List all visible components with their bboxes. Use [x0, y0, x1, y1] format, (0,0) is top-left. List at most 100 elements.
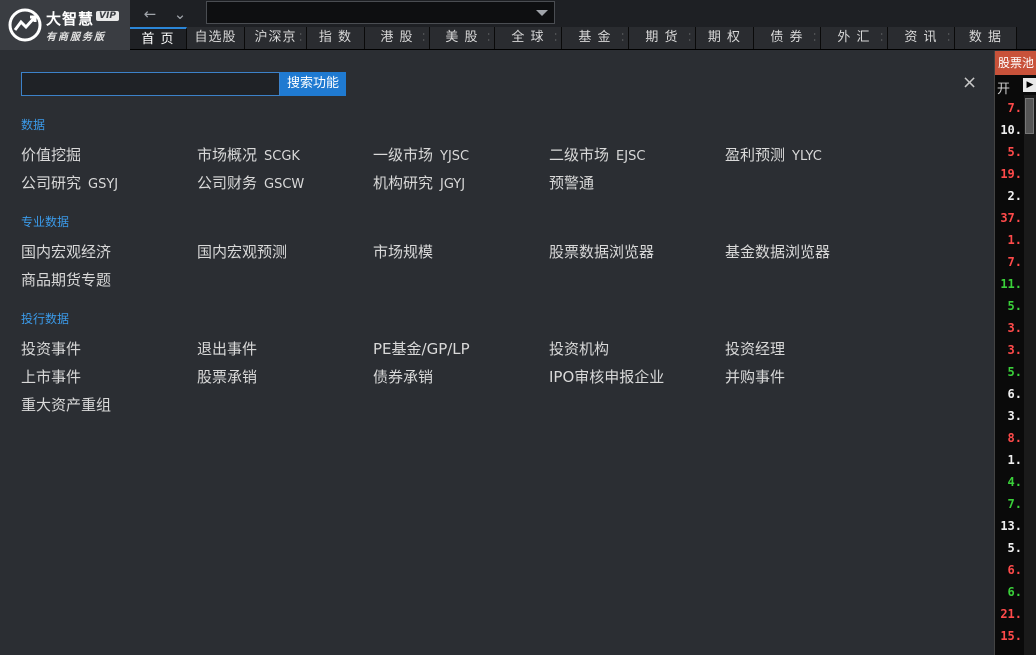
function-code: YJSC: [440, 149, 470, 164]
tab-label: 首 页: [141, 32, 175, 47]
tab-label: 沪深京: [254, 30, 297, 45]
function-link[interactable]: 商品期货专题: [21, 269, 111, 290]
function-name: 国内宏观预测: [197, 243, 288, 261]
logo-icon: [8, 8, 42, 42]
function-link[interactable]: 机构研究 JGYJ: [373, 172, 465, 193]
function-name: 上市事件: [21, 368, 82, 386]
tab-more-icon[interactable]: · ·: [813, 31, 817, 45]
price-value[interactable]: 10.: [1000, 123, 1022, 137]
function-link[interactable]: IPO审核申报企业: [549, 366, 664, 387]
price-value[interactable]: 6.: [1008, 563, 1022, 577]
address-input[interactable]: [206, 1, 555, 24]
tab-more-icon[interactable]: · ·: [621, 31, 625, 45]
stock-pool-header[interactable]: 股票池: [995, 51, 1036, 75]
history-dropdown-icon[interactable]: ⌄: [170, 4, 190, 24]
function-name: 债券承销: [373, 368, 434, 386]
price-value[interactable]: 37.: [1000, 211, 1022, 225]
tab-1[interactable]: 自选股: [187, 27, 245, 49]
price-value[interactable]: 5.: [1008, 365, 1022, 379]
tab-2[interactable]: 沪深京 · ·: [245, 27, 307, 49]
function-code: JGYJ: [440, 177, 466, 192]
tab-11[interactable]: 外 汇 · ·: [821, 27, 888, 49]
price-value[interactable]: 13.: [1000, 519, 1022, 533]
function-link[interactable]: PE基金/GP/LP: [373, 338, 470, 359]
function-link[interactable]: 预警通: [549, 172, 594, 193]
tab-more-icon[interactable]: · ·: [554, 31, 558, 45]
tab-more-icon[interactable]: · ·: [299, 31, 303, 45]
function-link[interactable]: 市场概况 SCGK: [197, 144, 300, 165]
function-link[interactable]: 上市事件: [21, 366, 81, 387]
price-value[interactable]: 3.: [1008, 409, 1022, 423]
function-link[interactable]: 投资事件: [21, 338, 81, 359]
function-link[interactable]: 国内宏观经济: [21, 241, 111, 262]
function-link[interactable]: 公司财务 GSCW: [197, 172, 304, 193]
price-value[interactable]: 5.: [1008, 145, 1022, 159]
function-link[interactable]: 价值挖掘: [21, 144, 81, 165]
price-value[interactable]: 7.: [1008, 497, 1022, 511]
tab-13[interactable]: 数 据: [955, 27, 1017, 49]
tab-3[interactable]: 指 数: [307, 27, 365, 49]
function-link[interactable]: 债券承销: [373, 366, 433, 387]
price-value[interactable]: 1.: [1008, 453, 1022, 467]
function-link[interactable]: 公司研究 GSYJ: [21, 172, 118, 193]
price-value[interactable]: 3.: [1008, 321, 1022, 335]
scrollbar-thumb[interactable]: [1025, 98, 1034, 134]
tab-6[interactable]: 全 球 · ·: [495, 27, 562, 49]
close-icon[interactable]: ×: [962, 73, 977, 93]
tab-5[interactable]: 美 股 · ·: [430, 27, 495, 49]
price-value[interactable]: 5.: [1008, 299, 1022, 313]
scrollbar-track[interactable]: [1024, 95, 1036, 655]
tab-7[interactable]: 基 金 · ·: [562, 27, 629, 49]
function-link[interactable]: 并购事件: [725, 366, 785, 387]
tab-more-icon[interactable]: · ·: [880, 31, 884, 45]
price-value[interactable]: 3.: [1008, 343, 1022, 357]
function-code: YLYC: [792, 149, 822, 164]
function-link[interactable]: 一级市场 YJSC: [373, 144, 469, 165]
tab-9[interactable]: 期 权: [696, 27, 754, 49]
function-name: 二级市场: [549, 146, 610, 164]
logo-title: 大智慧: [46, 10, 95, 28]
function-link[interactable]: 投资机构: [549, 338, 609, 359]
tab-more-icon[interactable]: · ·: [422, 31, 426, 45]
tab-4[interactable]: 港 股 · ·: [365, 27, 430, 49]
tab-more-icon[interactable]: · ·: [487, 31, 491, 45]
function-link[interactable]: 投资经理: [725, 338, 785, 359]
function-link[interactable]: 国内宏观预测: [197, 241, 287, 262]
function-link[interactable]: 股票数据浏览器: [549, 241, 654, 262]
scroll-right-icon[interactable]: ▶: [1023, 78, 1036, 92]
price-value[interactable]: 11.: [1000, 277, 1022, 291]
function-link[interactable]: 二级市场 EJSC: [549, 144, 645, 165]
price-value[interactable]: 19.: [1000, 167, 1022, 181]
tab-more-icon[interactable]: · ·: [947, 31, 951, 45]
price-value[interactable]: 7.: [1008, 101, 1022, 115]
tab-12[interactable]: 资 讯 · ·: [888, 27, 955, 49]
function-code: GSYJ: [88, 177, 119, 192]
back-arrow-icon[interactable]: ←: [140, 4, 160, 24]
tab-8[interactable]: 期 货 · ·: [629, 27, 696, 49]
price-value[interactable]: 6.: [1008, 585, 1022, 599]
function-link[interactable]: 盈利预测 YLYC: [725, 144, 822, 165]
tab-label: 自选股: [194, 30, 237, 45]
price-value[interactable]: 21.: [1000, 607, 1022, 621]
function-link[interactable]: 基金数据浏览器: [725, 241, 830, 262]
tab-more-icon[interactable]: · ·: [688, 31, 692, 45]
search-function-button[interactable]: 搜索功能: [280, 72, 346, 96]
function-link[interactable]: 退出事件: [197, 338, 257, 359]
function-link[interactable]: 股票承销: [197, 366, 257, 387]
function-link[interactable]: 市场规模: [373, 241, 433, 262]
price-value[interactable]: 6.: [1008, 387, 1022, 401]
vip-badge: VIP: [96, 11, 119, 21]
price-value[interactable]: 7.: [1008, 255, 1022, 269]
function-link[interactable]: 重大资产重组: [21, 394, 111, 415]
price-value[interactable]: 5.: [1008, 541, 1022, 555]
tab-10[interactable]: 债 券 · ·: [754, 27, 821, 49]
tab-0[interactable]: 首 页: [130, 27, 187, 49]
chevron-down-icon[interactable]: [536, 10, 548, 16]
price-value[interactable]: 15.: [1000, 629, 1022, 643]
price-value[interactable]: 1.: [1008, 233, 1022, 247]
price-value[interactable]: 4.: [1008, 475, 1022, 489]
price-value[interactable]: 2.: [1008, 189, 1022, 203]
price-value[interactable]: 8.: [1008, 431, 1022, 445]
app-logo[interactable]: 大智慧 VIP 有商服务版: [0, 0, 130, 50]
function-search-input[interactable]: [21, 72, 280, 96]
